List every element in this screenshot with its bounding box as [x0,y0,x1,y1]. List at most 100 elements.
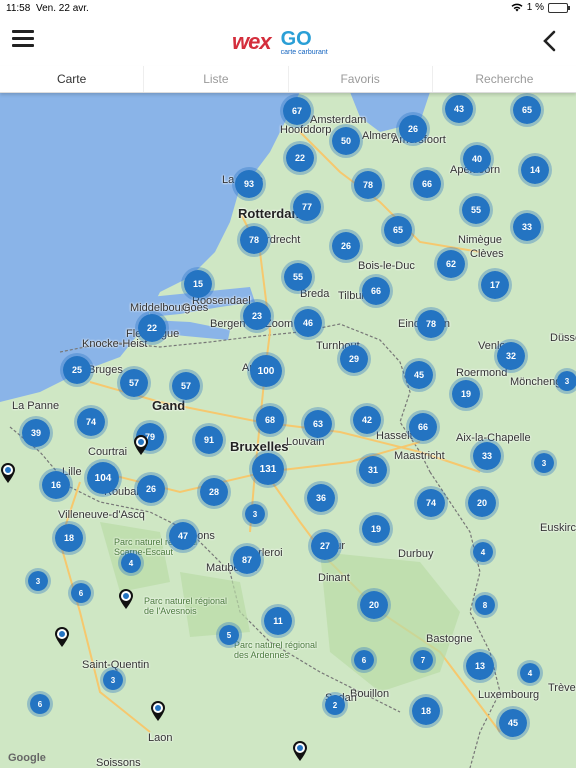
station-cluster[interactable]: 22 [135,311,169,345]
station-cluster[interactable]: 74 [74,405,108,439]
place-label: Trèves [548,682,576,694]
station-cluster[interactable]: 66 [406,410,440,444]
tab-favoris[interactable]: Favoris [289,66,433,92]
station-cluster[interactable]: 26 [134,472,168,506]
logo-go: GO carte carburant [281,29,328,56]
station-pin-icon[interactable] [118,588,134,610]
station-cluster[interactable]: 19 [449,377,483,411]
station-cluster[interactable]: 57 [117,366,151,400]
station-cluster[interactable]: 33 [510,210,544,244]
station-cluster[interactable]: 67 [280,94,314,128]
station-cluster[interactable]: 31 [356,453,390,487]
station-cluster[interactable]: 25 [60,353,94,387]
station-pin-icon[interactable] [133,434,149,456]
station-cluster[interactable]: 40 [460,142,494,176]
status-right: 1 % [511,2,570,13]
place-label: Düsseldorf [550,332,576,344]
station-cluster[interactable]: 42 [350,403,384,437]
station-cluster[interactable]: 18 [52,521,86,555]
station-cluster[interactable]: 7 [410,647,436,673]
station-cluster[interactable]: 104 [84,459,122,497]
station-cluster[interactable]: 17 [478,268,512,302]
station-cluster[interactable]: 8 [472,592,498,618]
station-cluster[interactable]: 55 [459,193,493,227]
google-attribution: Google [8,752,46,764]
station-cluster[interactable]: 50 [329,124,363,158]
station-cluster[interactable]: 16 [39,468,73,502]
station-cluster[interactable]: 100 [247,352,285,390]
station-cluster[interactable]: 43 [442,92,476,126]
station-cluster[interactable]: 78 [414,307,448,341]
station-cluster[interactable]: 47 [166,519,200,553]
menu-button[interactable] [12,30,34,48]
station-cluster[interactable]: 3 [554,368,576,394]
station-cluster[interactable]: 4 [470,539,496,565]
station-cluster[interactable]: 6 [27,691,53,717]
station-cluster[interactable]: 55 [281,260,315,294]
station-cluster[interactable]: 33 [470,439,504,473]
place-label: Maastricht [394,450,445,462]
station-cluster[interactable]: 39 [19,416,53,450]
station-cluster[interactable]: 32 [494,339,528,373]
map-view[interactable]: AmsterdamHoofddorpAlmereAmersfoortApeldo… [0,92,576,768]
station-cluster[interactable]: 27 [308,529,342,563]
station-cluster[interactable]: 13 [463,649,497,683]
station-cluster[interactable]: 93 [232,167,266,201]
station-cluster[interactable]: 3 [242,501,268,527]
station-cluster[interactable]: 87 [230,543,264,577]
station-cluster[interactable]: 19 [359,512,393,546]
station-pin-icon[interactable] [150,700,166,722]
station-cluster[interactable]: 65 [510,93,544,127]
station-pin-icon[interactable] [0,462,16,484]
station-pin-icon[interactable] [54,626,70,648]
station-cluster[interactable]: 28 [197,475,231,509]
station-cluster[interactable]: 20 [465,486,499,520]
station-cluster[interactable]: 15 [181,267,215,301]
station-cluster[interactable]: 3 [100,667,126,693]
station-cluster[interactable]: 23 [240,299,274,333]
station-cluster[interactable]: 36 [304,481,338,515]
station-cluster[interactable]: 78 [237,223,271,257]
station-cluster[interactable]: 4 [118,550,144,576]
status-time: 11:58 [6,3,31,14]
back-chevron-icon[interactable] [540,30,560,52]
station-cluster[interactable]: 11 [261,604,295,638]
station-cluster[interactable]: 26 [396,112,430,146]
station-cluster[interactable]: 68 [253,403,287,437]
station-cluster[interactable]: 2 [322,692,348,718]
station-cluster[interactable]: 29 [337,342,371,376]
station-pin-icon[interactable] [292,740,308,762]
place-label: Laon [148,732,173,744]
station-cluster[interactable]: 4 [517,660,543,686]
station-cluster[interactable]: 66 [410,167,444,201]
station-cluster[interactable]: 20 [357,588,391,622]
station-cluster[interactable]: 65 [381,213,415,247]
station-cluster[interactable]: 66 [359,274,393,308]
station-cluster[interactable]: 57 [169,369,203,403]
station-cluster[interactable]: 131 [249,450,287,488]
wifi-icon [511,3,523,12]
station-cluster[interactable]: 46 [291,306,325,340]
station-cluster[interactable]: 63 [301,407,335,441]
station-cluster[interactable]: 45 [496,706,530,740]
station-cluster[interactable]: 91 [192,423,226,457]
station-cluster[interactable]: 26 [329,229,363,263]
station-cluster[interactable]: 62 [434,247,468,281]
tab-recherche[interactable]: Recherche [433,66,576,92]
station-cluster[interactable]: 6 [68,580,94,606]
station-cluster[interactable]: 3 [531,450,557,476]
station-cluster[interactable]: 45 [402,358,436,392]
station-cluster[interactable]: 22 [283,141,317,175]
station-cluster[interactable]: 6 [351,647,377,673]
logo-go-text: GO [280,27,312,50]
station-cluster[interactable]: 3 [25,568,51,594]
station-cluster[interactable]: 5 [216,622,242,648]
station-cluster[interactable]: 14 [518,153,552,187]
tab-liste[interactable]: Liste [144,66,289,92]
place-label: Villeneuve-d'Ascq [58,509,145,521]
station-cluster[interactable]: 78 [351,168,385,202]
station-cluster[interactable]: 77 [290,190,324,224]
station-cluster[interactable]: 74 [414,486,448,520]
tab-carte[interactable]: Carte [0,66,145,92]
station-cluster[interactable]: 18 [409,694,443,728]
